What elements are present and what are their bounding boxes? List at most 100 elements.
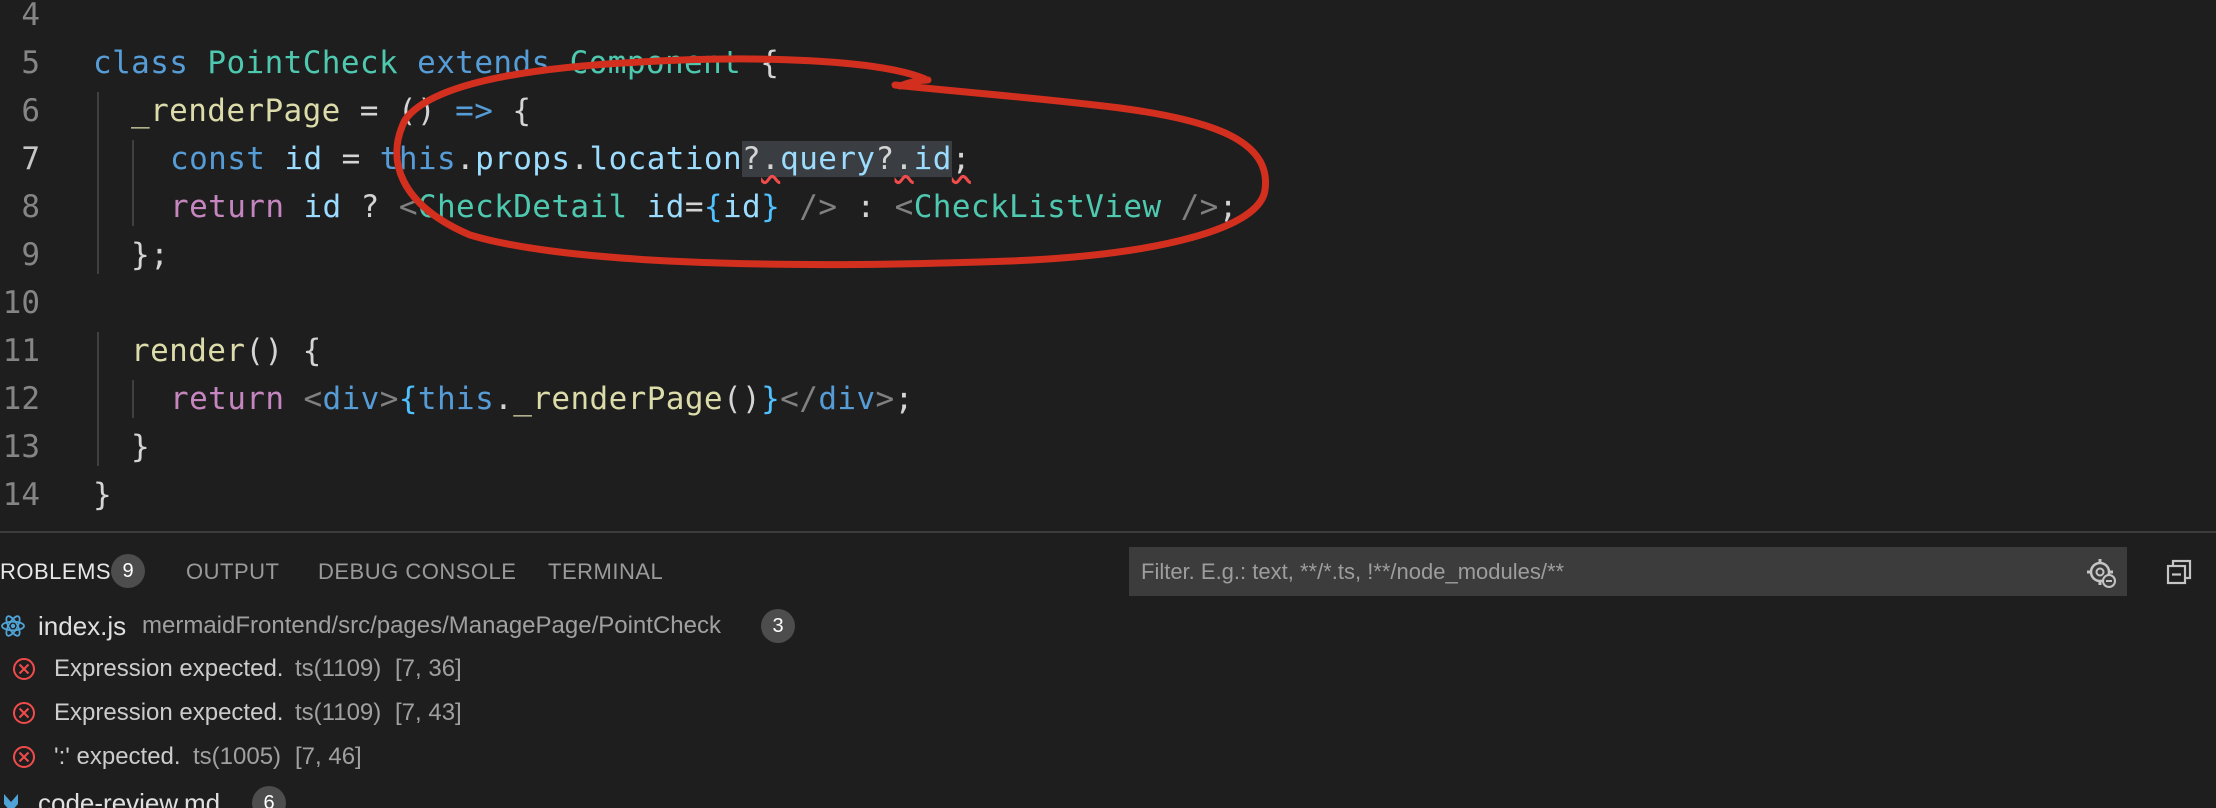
problems-panel: ROBLEMS 9 OUTPUT DEBUG CONSOLE TERMINAL … — [0, 531, 2216, 808]
problem-row[interactable]: Expression expected. ts(1109) [7, 43] — [0, 692, 2216, 734]
tab-output[interactable]: OUTPUT — [186, 557, 279, 587]
code-line[interactable]: 7 const id = this.props.location?.query?.… — [0, 135, 2216, 183]
problem-code: ts(1109) — [295, 655, 382, 682]
code-token: ? — [742, 141, 762, 177]
code-token: return — [170, 381, 285, 417]
code-line[interactable]: 6 _renderPage = () => { — [0, 87, 2216, 135]
code-token: const — [170, 141, 266, 177]
line-number: 4 — [21, 0, 40, 33]
code-token: => — [455, 93, 494, 129]
code-token: id — [646, 189, 685, 225]
code-token: . — [570, 141, 590, 177]
file-problem-count: 6 — [252, 786, 286, 808]
code-token: id — [722, 189, 762, 225]
problem-code: ts(1005) — [193, 743, 282, 770]
code-token: . — [894, 141, 914, 177]
code-editor[interactable]: 4 5 class PointCheck extends Component {6 _… — [0, 0, 2216, 531]
problem-message: ':' expected. — [54, 743, 181, 770]
code-token: /> — [799, 189, 838, 225]
line-number: 8 — [21, 189, 40, 225]
code-token: CheckListView — [913, 189, 1162, 225]
tab-terminal[interactable]: TERMINAL — [548, 557, 663, 587]
problems-count-badge: 9 — [111, 554, 145, 588]
tab-problems[interactable]: ROBLEMS — [0, 557, 111, 587]
problem-row[interactable]: Expression expected. ts(1109) [7, 36] — [0, 648, 2216, 690]
code-line[interactable]: 9}; — [0, 231, 2216, 279]
problem-message: Expression expected. — [54, 699, 284, 726]
code-text: }; — [131, 231, 169, 279]
code-token: . — [456, 141, 476, 177]
code-token: }; — [131, 237, 170, 273]
file-problem-count: 3 — [761, 609, 795, 643]
problem-message: Expression expected. — [54, 655, 284, 682]
code-token: . — [761, 141, 781, 177]
code-token: { — [741, 45, 780, 81]
code-token: return — [170, 189, 285, 225]
code-token: this — [379, 141, 457, 177]
file-name: code-review.md — [38, 788, 221, 808]
code-line[interactable]: 8 return id ? <CheckDetail id={id} /> : <… — [0, 183, 2216, 231]
code-line[interactable]: 11 render() { — [0, 327, 2216, 375]
code-token: ; — [951, 141, 971, 177]
filter-settings-icon[interactable] — [2086, 558, 2116, 588]
code-token: id — [303, 189, 342, 225]
problem-location: [7, 46] — [295, 743, 362, 770]
line-number: 14 — [2, 477, 40, 513]
problem-location: [7, 36] — [395, 655, 462, 682]
react-icon — [1, 615, 25, 637]
code-text: render() { — [131, 327, 322, 375]
code-line[interactable]: 5 class PointCheck extends Component { — [0, 39, 2216, 87]
code-token: < — [894, 189, 914, 225]
code-token: } — [131, 429, 151, 465]
code-text: return <div>{this._renderPage()}</div>; — [170, 375, 914, 423]
code-token: } — [761, 189, 781, 225]
code-line[interactable]: 4 — [0, 0, 2216, 39]
tab-debug-console[interactable]: DEBUG CONSOLE — [318, 557, 516, 587]
code-line[interactable]: 13} — [0, 423, 2216, 471]
code-token: query — [780, 141, 876, 177]
problems-filter-input[interactable] — [1129, 547, 2127, 596]
code-token: . — [494, 381, 514, 417]
file-path: mermaidFrontend/src/pages/ManagePage/Poi… — [142, 612, 721, 639]
code-token: class — [93, 45, 189, 81]
code-token: = — [322, 141, 380, 177]
code-token: this — [417, 381, 495, 417]
line-number: 13 — [2, 429, 40, 465]
code-line[interactable]: 12 return <div>{this._renderPage()}</div>… — [0, 375, 2216, 423]
code-line[interactable]: 14} — [0, 471, 2216, 519]
code-token: _renderPage — [131, 93, 341, 129]
code-token: } — [93, 477, 113, 513]
line-number: 5 — [21, 45, 40, 81]
code-token: () — [722, 381, 762, 417]
problem-file-row[interactable]: code-review.md 6 — [0, 782, 2216, 808]
code-token: = — [340, 93, 398, 129]
collapse-all-icon[interactable] — [2164, 557, 2194, 587]
code-token: _renderPage — [513, 381, 723, 417]
code-token: > — [875, 381, 895, 417]
code-token: render — [131, 333, 246, 369]
code-token: () — [245, 333, 284, 369]
line-number: 9 — [21, 237, 40, 273]
code-text: return id ? <CheckDetail id={id} /> : <C… — [170, 183, 1238, 231]
problem-location: [7, 43] — [395, 699, 462, 726]
error-icon — [13, 746, 35, 768]
line-number: 7 — [21, 141, 40, 177]
code-token: /> — [1180, 189, 1219, 225]
file-name: index.js — [38, 611, 127, 641]
problem-row[interactable]: ':' expected. ts(1005) [7, 46] — [0, 736, 2216, 778]
code-token: location — [589, 141, 743, 177]
problem-file-row[interactable]: index.js mermaidFrontend/src/pages/Manag… — [0, 605, 2216, 647]
code-token: { — [493, 93, 532, 129]
line-number: 11 — [2, 333, 40, 369]
code-line[interactable]: 10 — [0, 279, 2216, 327]
error-icon — [13, 702, 35, 724]
code-token: props — [475, 141, 571, 177]
code-token: ; — [894, 381, 914, 417]
code-text: } — [131, 423, 150, 471]
